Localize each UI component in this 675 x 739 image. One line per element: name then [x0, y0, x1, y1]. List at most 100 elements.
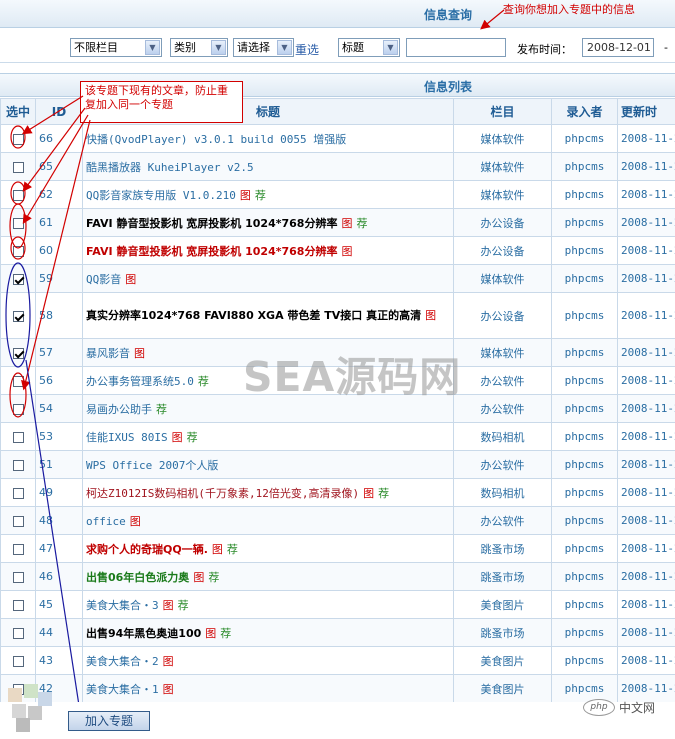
row-checkbox[interactable] — [12, 189, 24, 201]
row-column-link[interactable]: 办公软件 — [453, 506, 552, 535]
row-column-link[interactable]: 媒体软件 — [453, 338, 552, 367]
row-title-link[interactable]: office — [86, 515, 126, 528]
row-author-link[interactable]: phpcms — [551, 152, 618, 181]
row-title-link[interactable]: 快播(QvodPlayer) v3.0.1 build 0055 增强版 — [86, 133, 346, 146]
row-column-link[interactable]: 跳蚤市场 — [453, 562, 552, 591]
row-checkbox[interactable] — [12, 571, 24, 583]
row-column-link[interactable]: 办公设备 — [453, 208, 552, 237]
row-checkbox[interactable] — [12, 347, 24, 359]
row-updated: 2008-11-2 — [617, 478, 675, 507]
field-select[interactable]: 标题 ▼ — [338, 38, 400, 57]
row-checkbox[interactable] — [12, 273, 24, 285]
row-column-link[interactable]: 媒体软件 — [453, 180, 552, 209]
row-author-link[interactable]: phpcms — [551, 208, 618, 237]
row-title-link[interactable]: QQ影音 — [86, 273, 121, 286]
row-id: 44 — [35, 618, 83, 647]
row-column-link[interactable]: 美食图片 — [453, 674, 552, 703]
row-column-link[interactable]: 跳蚤市场 — [453, 534, 552, 563]
row-author-link[interactable]: phpcms — [551, 450, 618, 479]
row-title-link[interactable]: 求购个人的奇瑞QQ一辆. — [86, 543, 208, 556]
row-checkbox[interactable] — [12, 375, 24, 387]
row-column-link[interactable]: 办公设备 — [453, 292, 552, 339]
row-checkbox[interactable] — [12, 403, 24, 415]
row-column-link[interactable]: 办公设备 — [453, 236, 552, 265]
row-author-link[interactable]: phpcms — [551, 562, 618, 591]
row-author-link[interactable]: phpcms — [551, 236, 618, 265]
row-checkbox[interactable] — [12, 459, 24, 471]
row-title-link[interactable]: 美食大集合・1 — [86, 683, 159, 696]
row-author-link[interactable]: phpcms — [551, 394, 618, 423]
row-title-link[interactable]: 易画办公助手 — [86, 403, 152, 416]
row-checkbox[interactable] — [12, 627, 24, 639]
row-column-link[interactable]: 办公软件 — [453, 394, 552, 423]
row-title-cell: WPS Office 2007个人版 — [82, 450, 454, 479]
row-checkbox[interactable] — [12, 599, 24, 611]
row-title-link[interactable]: QQ影音家族专用版 V1.0.210 — [86, 189, 236, 202]
row-title-link[interactable]: 出售94年黑色奥迪100 — [86, 627, 201, 640]
choose-select[interactable]: 请选择 ▼ — [233, 38, 294, 57]
row-checkbox[interactable] — [12, 161, 24, 173]
row-checkbox[interactable] — [12, 217, 24, 229]
row-author-link[interactable]: phpcms — [551, 180, 618, 209]
row-checkbox[interactable] — [12, 431, 24, 443]
row-title-link[interactable]: 美食大集合・2 — [86, 655, 159, 668]
add-to-topic-button[interactable]: 加入专题 — [68, 711, 150, 731]
row-title-link[interactable]: 柯达Z1012IS数码相机(千万象素,12倍光变,高清录像) — [86, 487, 359, 500]
type-select[interactable]: 类别 ▼ — [170, 38, 228, 57]
reselect-link[interactable]: 重选 — [295, 41, 319, 58]
row-author-link[interactable]: phpcms — [551, 534, 618, 563]
row-checkbox[interactable] — [12, 543, 24, 555]
row-author-link[interactable]: phpcms — [551, 264, 618, 293]
row-checkbox[interactable] — [12, 487, 24, 499]
row-title-link[interactable]: 办公事务管理系统5.0 — [86, 375, 194, 388]
row-author-link[interactable]: phpcms — [551, 422, 618, 451]
image-tag: 图 — [129, 514, 141, 528]
row-author-link[interactable]: phpcms — [551, 292, 618, 339]
row-column-link[interactable]: 数码相机 — [453, 478, 552, 507]
row-author-link[interactable]: phpcms — [551, 338, 618, 367]
row-title-link[interactable]: 佳能IXUS 80IS — [86, 431, 168, 444]
row-author-link[interactable]: phpcms — [551, 618, 618, 647]
row-column-link[interactable]: 媒体软件 — [453, 264, 552, 293]
row-id: 62 — [35, 180, 83, 209]
row-checkbox[interactable] — [12, 515, 24, 527]
row-author-link[interactable]: phpcms — [551, 124, 618, 153]
row-checkbox[interactable] — [12, 245, 24, 257]
row-column-link[interactable]: 跳蚤市场 — [453, 618, 552, 647]
row-title-link[interactable]: 真实分辨率1024*768 FAVI880 XGA 带色差 TV接口 真正的高清 — [86, 309, 421, 322]
row-author-link[interactable]: phpcms — [551, 646, 618, 675]
row-checkbox[interactable] — [12, 310, 24, 322]
row-updated: 2008-11-2 — [617, 450, 675, 479]
row-title-link[interactable]: 酷黑播放器 KuheiPlayer v2.5 — [86, 161, 254, 174]
row-author-link[interactable]: phpcms — [551, 478, 618, 507]
row-id: 57 — [35, 338, 83, 367]
row-updated: 2008-11-2 — [617, 534, 675, 563]
row-author-link[interactable]: phpcms — [551, 366, 618, 395]
row-id: 51 — [35, 450, 83, 479]
row-title-link[interactable]: 暴风影音 — [86, 347, 130, 360]
row-column-link[interactable]: 办公软件 — [453, 366, 552, 395]
row-title-link[interactable]: FAVI 静音型投影机 宽屏投影机 1024*768分辨率 — [86, 245, 337, 258]
row-author-link[interactable]: phpcms — [551, 506, 618, 535]
row-column-link[interactable]: 美食图片 — [453, 646, 552, 675]
image-tag: 图 — [162, 682, 174, 696]
col-id-header[interactable]: ID — [35, 98, 83, 125]
row-title-link[interactable]: FAVI 静音型投影机 宽屏投影机 1024*768分辨率 — [86, 217, 337, 230]
row-column-link[interactable]: 媒体软件 — [453, 152, 552, 181]
row-column-link[interactable]: 媒体软件 — [453, 124, 552, 153]
row-checkbox[interactable] — [12, 133, 24, 145]
row-column-link[interactable]: 办公软件 — [453, 450, 552, 479]
row-checkbox[interactable] — [12, 655, 24, 667]
row-author-link[interactable]: phpcms — [551, 590, 618, 619]
row-title-link[interactable]: WPS Office 2007个人版 — [86, 459, 218, 472]
row-title-link[interactable]: 美食大集合・3 — [86, 599, 159, 612]
column-select[interactable]: 不限栏目 ▼ — [70, 38, 162, 57]
image-tag: 图 — [341, 216, 353, 230]
keyword-input[interactable] — [406, 38, 506, 57]
publish-date-input[interactable]: 2008-12-01 — [582, 38, 654, 57]
row-updated: 2008-11-2 — [617, 366, 675, 395]
row-title-cell: 佳能IXUS 80IS 图荐 — [82, 422, 454, 451]
row-column-link[interactable]: 美食图片 — [453, 590, 552, 619]
row-column-link[interactable]: 数码相机 — [453, 422, 552, 451]
row-title-link[interactable]: 出售06年白色派力奥 — [86, 571, 189, 584]
